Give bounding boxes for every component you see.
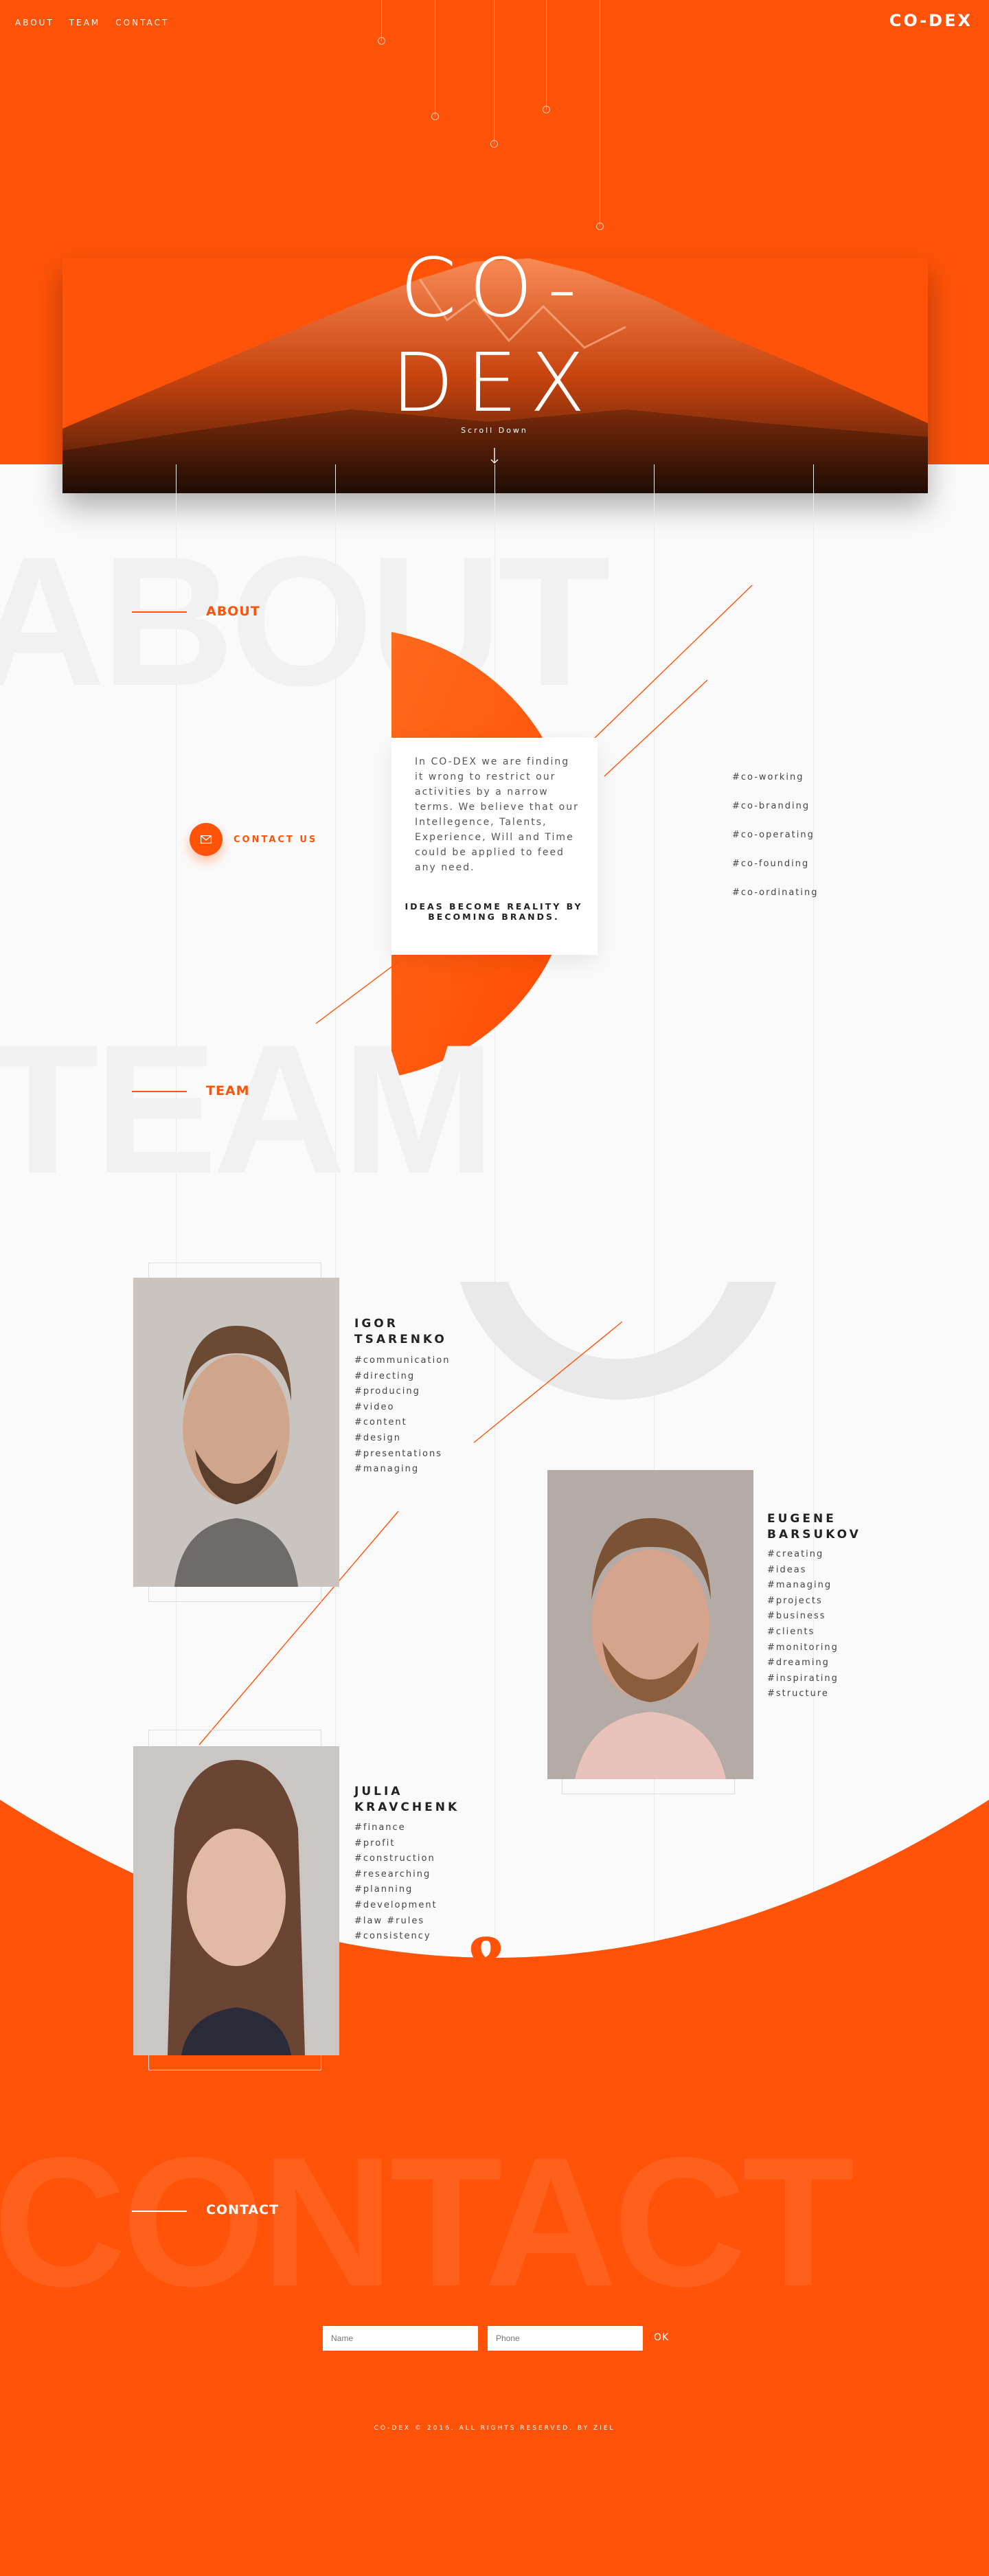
envelope-icon[interactable] xyxy=(190,823,223,856)
member-tag: #clients xyxy=(767,1626,815,1637)
hero-logo: CO-DEX xyxy=(391,240,598,430)
member-tag: #dreaming xyxy=(767,1658,830,1669)
member-tag: #finance xyxy=(354,1822,406,1833)
about-body: In CO-DEX we are finding it wrong to res… xyxy=(415,756,579,873)
member-tag: #content xyxy=(354,1417,407,1428)
member-tag: #presentations xyxy=(354,1448,442,1459)
section-label-contact: CONTACT xyxy=(206,2202,280,2217)
member-tag: #directing xyxy=(354,1370,416,1381)
member-tag: #managing xyxy=(767,1580,832,1591)
member-tag: #development xyxy=(354,1899,437,1910)
member-tag: #construction xyxy=(354,1853,435,1864)
member-tag: #planning xyxy=(354,1884,413,1895)
contact-us-button[interactable]: CONTACT US xyxy=(190,823,317,856)
member-tag: #projects xyxy=(767,1595,823,1606)
member-tag: #business xyxy=(767,1611,826,1622)
nav-item-team[interactable]: TEAM xyxy=(69,18,100,27)
member-tag: #law #rules xyxy=(354,1915,425,1926)
hashtag: #co-working xyxy=(732,772,804,782)
nav-item-about[interactable]: ABOUT xyxy=(15,18,54,27)
about-tagline: IDEAS BECOME REALITY BY BECOMING BRANDS. xyxy=(405,901,583,922)
member-last-name: BARSUKOV xyxy=(767,1528,861,1541)
member-tags: #creating #ideas #managing #projects #bu… xyxy=(767,1547,839,1702)
member-tag: #monitoring xyxy=(767,1642,839,1653)
member-first-name: JULIA xyxy=(354,1785,403,1798)
section-line xyxy=(132,611,187,613)
arrow-down-icon[interactable] xyxy=(490,448,499,464)
section-line xyxy=(132,1091,187,1092)
section-label-about: ABOUT xyxy=(206,604,260,619)
member-name: IGOR TSARENKO xyxy=(354,1316,447,1348)
member-tag: #ideas xyxy=(767,1564,807,1575)
section-line xyxy=(132,2211,187,2212)
member-photo xyxy=(133,1278,339,1587)
hashtag: #co-founding xyxy=(732,859,810,869)
footer-copyright: CO-DEX © 2016. ALL RIGHTS RESERVED. BY Z… xyxy=(374,2425,615,2432)
section-label-team: TEAM xyxy=(206,1083,250,1098)
member-last-name: TSARENKO xyxy=(354,1333,447,1346)
member-name: EUGENE BARSUKOV xyxy=(767,1511,861,1543)
member-tags: #communication #directing #producing #vi… xyxy=(354,1353,450,1478)
member-tag: #design xyxy=(354,1432,402,1443)
brand-logo[interactable]: CO-DEX xyxy=(889,11,973,30)
hashtag: #co-branding xyxy=(732,801,810,811)
member-tag: #inspirating xyxy=(767,1673,839,1684)
contact-watermark: CONTACT xyxy=(0,2119,854,2325)
member-photo xyxy=(133,1746,339,2055)
about-card: In CO-DEX we are finding it wrong to res… xyxy=(391,738,598,955)
name-input[interactable] xyxy=(323,2326,478,2351)
member-tag: #researching xyxy=(354,1868,431,1879)
member-tag: #communication xyxy=(354,1355,451,1366)
hashtag: #co-ordinating xyxy=(732,888,819,898)
scroll-down-label[interactable]: Scroll Down xyxy=(426,426,563,435)
submit-button[interactable]: OK xyxy=(654,2332,669,2343)
member-last-name: KRAVCHENK xyxy=(354,1800,460,1814)
contact-us-label[interactable]: CONTACT US xyxy=(234,835,317,845)
member-tag: #structure xyxy=(767,1688,829,1699)
member-tags: #finance #profit #construction #research… xyxy=(354,1820,437,1945)
member-photo xyxy=(547,1470,753,1779)
phone-input[interactable] xyxy=(488,2326,643,2351)
nav-item-contact[interactable]: CONTACT xyxy=(115,18,169,27)
ampersand: & xyxy=(459,1918,527,2009)
main-nav: ABOUT TEAM CONTACT xyxy=(15,18,169,27)
grid-line xyxy=(813,464,814,1962)
member-tag: #producing xyxy=(354,1386,420,1397)
hanging-line xyxy=(378,0,385,45)
hanging-line xyxy=(543,0,550,113)
member-tag: #creating xyxy=(767,1549,824,1559)
member-tag: #profit xyxy=(354,1838,396,1849)
hashtag-list: #co-working #co-branding #co-operating #… xyxy=(732,772,819,916)
member-first-name: IGOR xyxy=(354,1317,398,1331)
member-name: JULIA KRAVCHENK xyxy=(354,1784,459,1816)
member-tag: #video xyxy=(354,1401,395,1412)
team-watermark: TEAM xyxy=(0,1006,495,1212)
hashtag: #co-operating xyxy=(732,830,815,840)
member-tag: #managing xyxy=(354,1464,420,1475)
member-tag: #consistency xyxy=(354,1931,431,1942)
member-first-name: EUGENE xyxy=(767,1512,837,1526)
